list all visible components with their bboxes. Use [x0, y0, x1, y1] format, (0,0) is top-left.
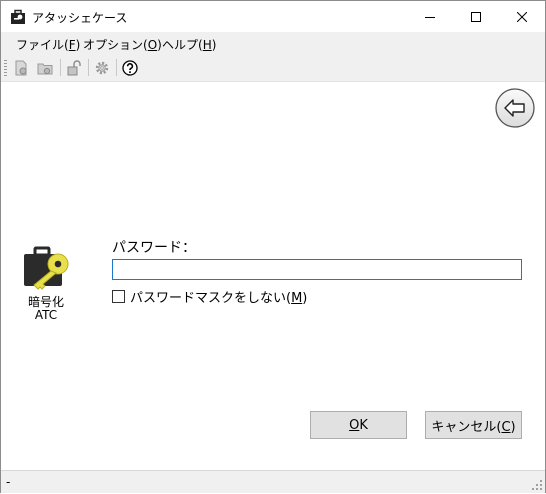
- encrypt-file-icon[interactable]: [11, 58, 31, 78]
- decrypt-icon[interactable]: [64, 58, 84, 78]
- menu-file-accesskey: F: [68, 38, 76, 52]
- toolbar: [1, 54, 545, 82]
- cancel-label-suffix: ): [510, 419, 516, 435]
- menu-help-accesskey: H: [202, 38, 212, 52]
- toolbar-separator: [88, 59, 89, 76]
- help-icon[interactable]: [120, 58, 140, 78]
- password-mask-accesskey: M: [291, 290, 303, 306]
- cancel-button-label: キャンセル(C): [431, 416, 515, 435]
- password-input[interactable]: [112, 259, 522, 280]
- window-title: アタッシェケース: [32, 11, 128, 25]
- menu-file[interactable]: ファイル(F): [16, 36, 80, 53]
- menu-help-label: ヘルプ(: [162, 38, 203, 52]
- arrow-left-icon: [495, 88, 535, 128]
- cancel-button[interactable]: キャンセル(C): [425, 411, 522, 439]
- app-icon: [10, 9, 26, 25]
- menu-options-accesskey: O: [147, 38, 158, 52]
- menu-help[interactable]: ヘルプ(H): [162, 36, 216, 53]
- resize-grip-icon[interactable]: [531, 479, 543, 491]
- password-mask-checkbox-row[interactable]: パスワードマスクをしない(M): [112, 287, 307, 306]
- ok-accesskey: O: [349, 417, 360, 433]
- password-mask-checkbox[interactable]: [112, 289, 125, 303]
- minimize-button[interactable]: [407, 1, 453, 32]
- toolbar-separator: [60, 59, 61, 76]
- cancel-accesskey: C: [501, 419, 511, 435]
- encrypt-folder-icon[interactable]: [35, 58, 55, 78]
- password-label: パスワード：: [112, 240, 196, 256]
- password-mask-label-suffix: ): [302, 290, 308, 306]
- settings-gear-icon[interactable]: [92, 58, 112, 78]
- cancel-label-text: キャンセル(: [431, 419, 502, 435]
- menu-options[interactable]: オプション(O): [83, 36, 162, 53]
- title-bar[interactable]: アタッシェケース: [1, 1, 545, 32]
- back-button[interactable]: [495, 88, 535, 128]
- file-type-label: 暗号化 ATC: [15, 296, 77, 322]
- status-bar: -: [1, 470, 545, 493]
- password-mask-label-text: パスワードマスクをしない(: [130, 290, 292, 306]
- toolbar-grip[interactable]: [4, 60, 7, 76]
- app-window: アタッシェケース ファイル(F) オプション(O) ヘルプ(H) 暗号化 ATC…: [0, 0, 546, 493]
- menu-options-label: オプション(: [83, 38, 148, 52]
- menu-file-suffix: ): [75, 38, 81, 52]
- maximize-button[interactable]: [453, 1, 499, 32]
- toolbar-separator: [116, 59, 117, 76]
- status-text: -: [6, 475, 11, 489]
- menu-bar: ファイル(F) オプション(O) ヘルプ(H): [1, 32, 545, 54]
- file-type-label-line2: ATC: [34, 308, 58, 322]
- attache-case-key-icon: [23, 246, 71, 290]
- ok-label-rest: K: [359, 417, 368, 433]
- ok-button-label: OK: [349, 418, 368, 433]
- menu-file-label: ファイル(: [16, 38, 69, 52]
- password-mask-checkbox-label: パスワードマスクをしない(M): [130, 287, 307, 306]
- close-button[interactable]: [499, 1, 545, 32]
- ok-button[interactable]: OK: [310, 411, 407, 439]
- menu-help-suffix: ): [211, 38, 217, 52]
